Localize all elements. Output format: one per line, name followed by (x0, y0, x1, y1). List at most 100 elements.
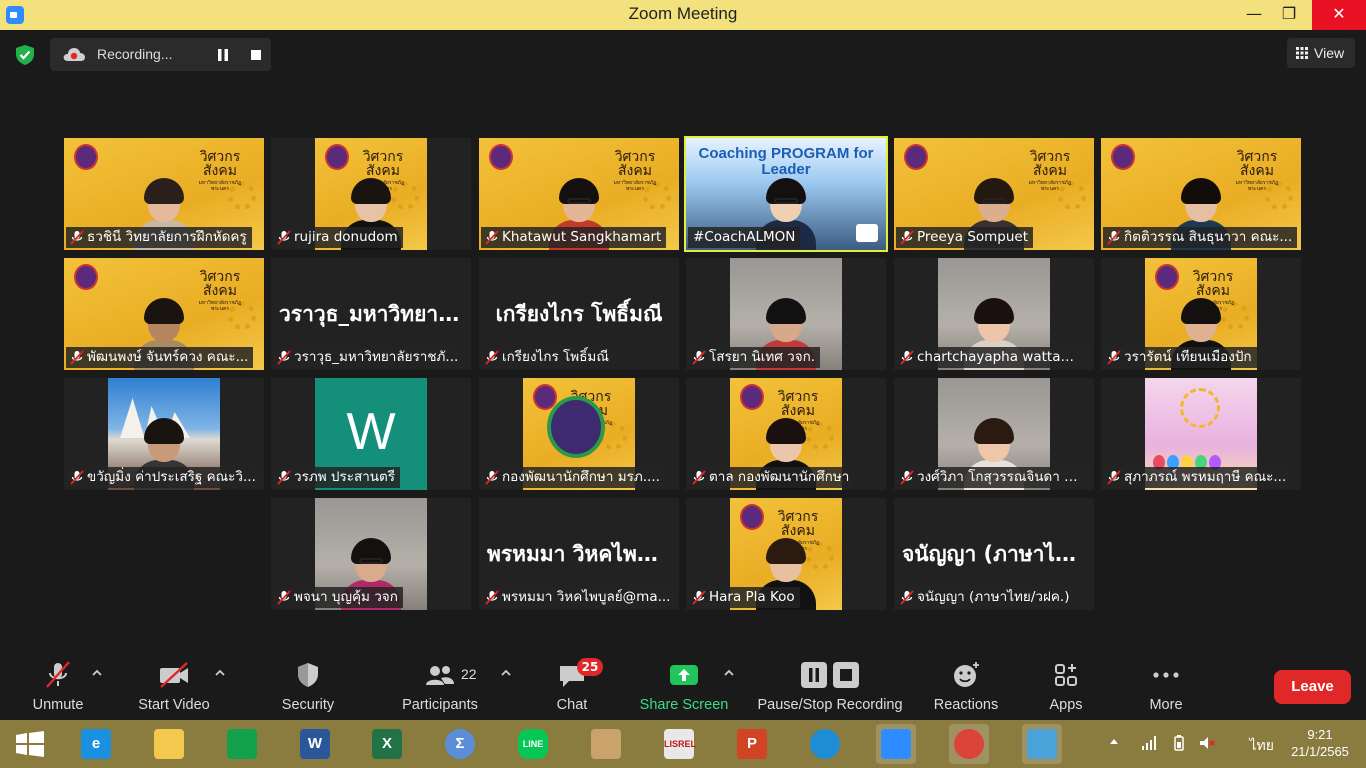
participant-tile[interactable]: วิศวกร สังคม มหาวิทยาลัยราชภัฏพระนคร พัฒนพง… (64, 258, 264, 370)
share-screen-arrow-icon (670, 665, 698, 685)
participant-tile[interactable]: พรหมมา วิหคไพบูลย์พรหมมา วิหคไพบูลย์@ma.… (479, 498, 679, 610)
unmute-button[interactable]: Unmute (22, 648, 94, 720)
zoom-icon (881, 729, 911, 759)
participant-tile[interactable]: W วรภพ ประสานตรี (271, 378, 471, 490)
lisrel-icon: LISREL (664, 729, 696, 759)
taskbar-lisrel-button[interactable]: LISREL (659, 724, 699, 764)
view-button[interactable]: View (1287, 38, 1355, 68)
chat-label: Chat (556, 697, 588, 713)
pause-stop-recording-label: Pause/Stop Recording (757, 697, 903, 713)
participant-tile[interactable]: วิศวกรสังคมมหาวิทยาลัยราชภัฏพระนครกองพัฒ… (479, 378, 679, 490)
participant-display-name: พรหมมา วิหคไพบูลย์ (487, 542, 671, 566)
video-options-chevron-icon[interactable] (214, 668, 226, 678)
university-seal-icon (74, 144, 98, 170)
participant-tile[interactable]: วิศวกรสังคมมหาวิทยาลัยราชภัฏพระนครตาล กอ… (686, 378, 886, 490)
system-tray: ไทย 9:21 21/1/2565 (1106, 720, 1366, 768)
taskbar-chrome-button[interactable] (949, 724, 989, 764)
participant-name: rujira donudom (294, 229, 398, 245)
security-button[interactable]: Security (272, 648, 344, 720)
taskbar-zoom-button[interactable] (876, 724, 916, 764)
taskbar-internet-explorer-button[interactable]: e (76, 724, 116, 764)
participant-name: Khatawut Sangkhamart (502, 229, 662, 245)
participant-tile[interactable]: chartchayapha wattam... (894, 258, 1094, 370)
participant-tile[interactable]: ขวัญมิ่ง ค่าประเสริฐ คณะวิ... (64, 378, 264, 490)
speaker-muted-icon[interactable] (1198, 734, 1216, 752)
muted-microphone-icon (277, 230, 291, 245)
participant-name: เกรียงไกร โพธิ์มณี (502, 349, 609, 365)
taskbar-line-button[interactable]: LINE (513, 724, 553, 764)
video-off-icon (160, 662, 188, 688)
participant-name-label: วรารัตน์ เทียนเมืองปัก (1103, 347, 1257, 368)
participant-tile[interactable]: วงศ์วิภา โกสุวรรณจินดา ค... (894, 378, 1094, 490)
participants-button[interactable]: Participants (395, 648, 485, 720)
participant-name-label: พัฒนพงษ์ จันทร์ควง คณะ... (66, 347, 254, 368)
participant-name-label: โสรยา นิเทศ วจก. (688, 347, 821, 368)
participant-tile[interactable]: วิศวกร สังคม มหาวิทยาลัยราชภัฏพระนคร กิตติว… (1101, 138, 1301, 250)
participant-tile[interactable]: วิศวกรสังคมมหาวิทยาลัยราชภัฏพระนครrujira… (271, 138, 471, 250)
reactions-label: Reactions (933, 697, 999, 713)
muted-microphone-icon (900, 470, 914, 485)
participant-tile[interactable]: เกรียงไกร โพธิ์มณี เกรียงไกร โพธิ์มณี (479, 258, 679, 370)
pause-stop-recording-button[interactable]: Pause/Stop Recording (752, 648, 908, 720)
reactions-button[interactable]: Reactions (928, 648, 1004, 720)
share-options-chevron-icon[interactable] (723, 668, 735, 678)
share-screen-button[interactable]: Share Screen (636, 648, 732, 720)
participant-tile[interactable]: วิศวกรสังคมมหาวิทยาลัยราชภัฏพระนครวรารัต… (1101, 258, 1301, 370)
participant-tile[interactable]: วิศวกร สังคม มหาวิทยาลัยราชภัฏพระนคร Preeya… (894, 138, 1094, 250)
participant-name: วรภพ ประสานตรี (294, 469, 396, 485)
participants-icon (426, 666, 454, 685)
firework-icon (1180, 388, 1220, 428)
program-logo-icon (856, 224, 878, 242)
clock-time: 9:21 (1307, 727, 1333, 742)
tray-chevron-up-icon[interactable] (1108, 736, 1120, 748)
apps-button[interactable]: Apps (1036, 648, 1096, 720)
participant-tile[interactable]: วิศวกรสังคมมหาวิทยาลัยราชภัฏพระนครHara P… (686, 498, 886, 610)
share-screen-label: Share Screen (639, 697, 729, 713)
participant-tile[interactable]: วิศวกร สังคม มหาวิทยาลัยราชภัฏพระนคร ธวชินี… (64, 138, 264, 250)
network-signal-icon[interactable] (1140, 734, 1158, 752)
apps-label: Apps (1049, 697, 1083, 713)
participant-name-label: rujira donudom (273, 227, 403, 248)
participant-tile[interactable]: พจนา บุญคุ้ม วจก (271, 498, 471, 610)
taskbar-powerpoint-button[interactable]: P (732, 724, 772, 764)
audio-options-chevron-icon[interactable] (91, 668, 103, 678)
taskbar-file-explorer-button[interactable] (149, 724, 189, 764)
close-button[interactable]: ✕ (1312, 0, 1366, 30)
participants-options-chevron-icon[interactable] (500, 668, 512, 678)
participant-name-label: Preeya Sompuet (896, 227, 1034, 248)
taskbar-excel-button[interactable]: X (367, 724, 407, 764)
participant-tile[interactable]: วิศวกร สังคม มหาวิทยาลัยราชภัฏพระนคร Khataw… (479, 138, 679, 250)
university-seal-icon (325, 144, 349, 170)
participant-name-label: พจนา บุญคุ้ม วจก (273, 587, 403, 608)
participant-name: วราวุธ_มหาวิทยาลัยราชภั... (294, 349, 459, 365)
taskbar-paint-button[interactable] (586, 724, 626, 764)
participant-tile[interactable]: โสรยา นิเทศ วจก. (686, 258, 886, 370)
remote-desktop-icon (1027, 729, 1057, 759)
participant-tile[interactable]: Coaching PROGRAM for Leader #CoachALMON (684, 136, 888, 252)
taskbar-remote-desktop-button[interactable] (1022, 724, 1062, 764)
taskbar-store-button[interactable] (222, 724, 262, 764)
input-language[interactable]: ไทย (1250, 735, 1274, 757)
encryption-shield-icon[interactable] (14, 44, 36, 66)
leave-button[interactable]: Leave (1274, 670, 1351, 704)
start-video-button[interactable]: Start Video (130, 648, 218, 720)
recording-label: Recording... (97, 46, 173, 62)
participant-tile[interactable]: วราวุธ_มหาวิทยาลัยราชภัฏวราวุธ_มหาวิทยาล… (271, 258, 471, 370)
participant-name-label: สุภาภรณ์ พรหมฤาษี คณะ... (1103, 467, 1292, 488)
participant-tile[interactable]: จนัญญา (ภาษาไทย/วฝค.) จนัญญา (ภาษาไทย/วฝค… (894, 498, 1094, 610)
pause-recording-icon[interactable] (211, 43, 235, 67)
taskbar-math-button[interactable]: Σ (440, 724, 480, 764)
file-explorer-icon (154, 729, 184, 759)
participant-tile[interactable]: สุภาภรณ์ พรหมฤาษี คณะ... (1101, 378, 1301, 490)
stop-recording-icon[interactable] (244, 43, 268, 67)
participant-display-name: เกรียงไกร โพธิ์มณี (495, 302, 663, 326)
taskbar-edge-button[interactable] (805, 724, 845, 764)
system-clock[interactable]: 9:21 21/1/2565 (1280, 726, 1360, 760)
taskbar-word-button[interactable]: W (295, 724, 335, 764)
participant-name-label: ตาล กองพัฒนานักศึกษา (688, 467, 855, 488)
more-button[interactable]: More (1136, 648, 1196, 720)
taskbar-windows-start-button[interactable] (10, 724, 50, 764)
battery-icon[interactable] (1170, 734, 1188, 752)
participant-name: พรหมมา วิหคไพบูลย์@ma... (502, 589, 671, 605)
maximize-button[interactable]: ❐ (1266, 0, 1312, 30)
